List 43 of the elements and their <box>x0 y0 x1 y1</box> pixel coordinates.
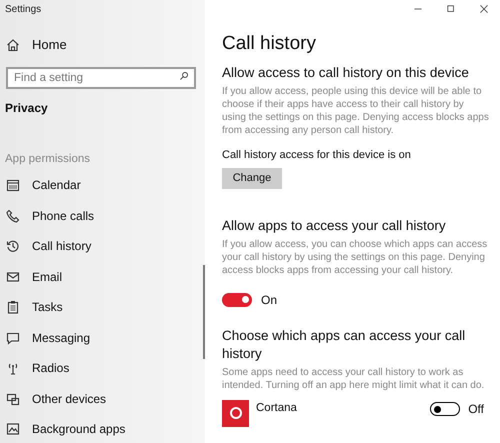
description: If you allow access, you can choose which apps can access your call history by using the settings on this page. Denying access blocks apps from accessing your call history. <box>222 238 488 276</box>
group-label: App permissions <box>5 152 90 167</box>
sidebar-item[interactable]: Messaging <box>32 328 90 347</box>
close-icon <box>478 4 488 14</box>
sidebar-item[interactable]: Calendar <box>32 176 81 194</box>
chat-icon <box>6 330 20 345</box>
devices-icon <box>6 392 20 406</box>
toggle-switch[interactable] <box>430 402 460 416</box>
sidebar-item[interactable]: Call history <box>32 237 92 256</box>
sidebar-item[interactable]: Tasks <box>32 298 63 316</box>
section-title: Privacy <box>5 100 48 117</box>
app-name: Cortana <box>256 401 298 416</box>
description: Some apps need to access your call history to work as intended. Turning off an app here might limit what it can do. <box>222 366 486 392</box>
change-button[interactable]: Change <box>222 168 282 188</box>
phone-icon <box>6 208 20 223</box>
window-title: Settings <box>5 3 42 17</box>
toggle-label: On <box>261 292 278 308</box>
section-heading: Allow apps to access your call history <box>222 216 447 234</box>
search-field[interactable]: Find a setting <box>6 67 196 89</box>
sidebar-item[interactable]: Phone calls <box>32 206 94 225</box>
scrollbar[interactable] <box>203 265 205 359</box>
home-icon <box>6 38 20 52</box>
toggle-switch[interactable] <box>222 292 252 306</box>
antenna-icon <box>6 361 20 376</box>
image-icon <box>6 422 20 436</box>
maximize-icon <box>446 4 456 14</box>
toggle-label: Off <box>468 401 484 418</box>
section-heading: Choose which apps can access your call history <box>222 326 466 362</box>
section-heading: Allow access to call history on this device <box>222 64 470 82</box>
history-icon <box>6 239 20 254</box>
search-icon <box>179 71 189 81</box>
sidebar-item[interactable]: Radios <box>32 359 70 378</box>
home-link[interactable]: Home <box>32 35 67 55</box>
sidebar-item[interactable]: Email <box>32 268 62 286</box>
calendar-icon <box>6 178 20 192</box>
app-icon <box>222 400 249 426</box>
envelope-icon <box>6 270 20 284</box>
description: If you allow access, people using this device will be able to choose if their apps have access to their call history by using the settings on this page. Denying access blocks apps from accessing any person call history. <box>222 85 490 137</box>
sidebar-item[interactable]: Background apps <box>32 420 126 438</box>
status-text: Call history access for this device is on <box>222 148 412 163</box>
page-title: Call history <box>222 32 317 56</box>
clipboard-icon <box>6 300 20 314</box>
sidebar-item[interactable]: Other devices <box>32 390 106 408</box>
